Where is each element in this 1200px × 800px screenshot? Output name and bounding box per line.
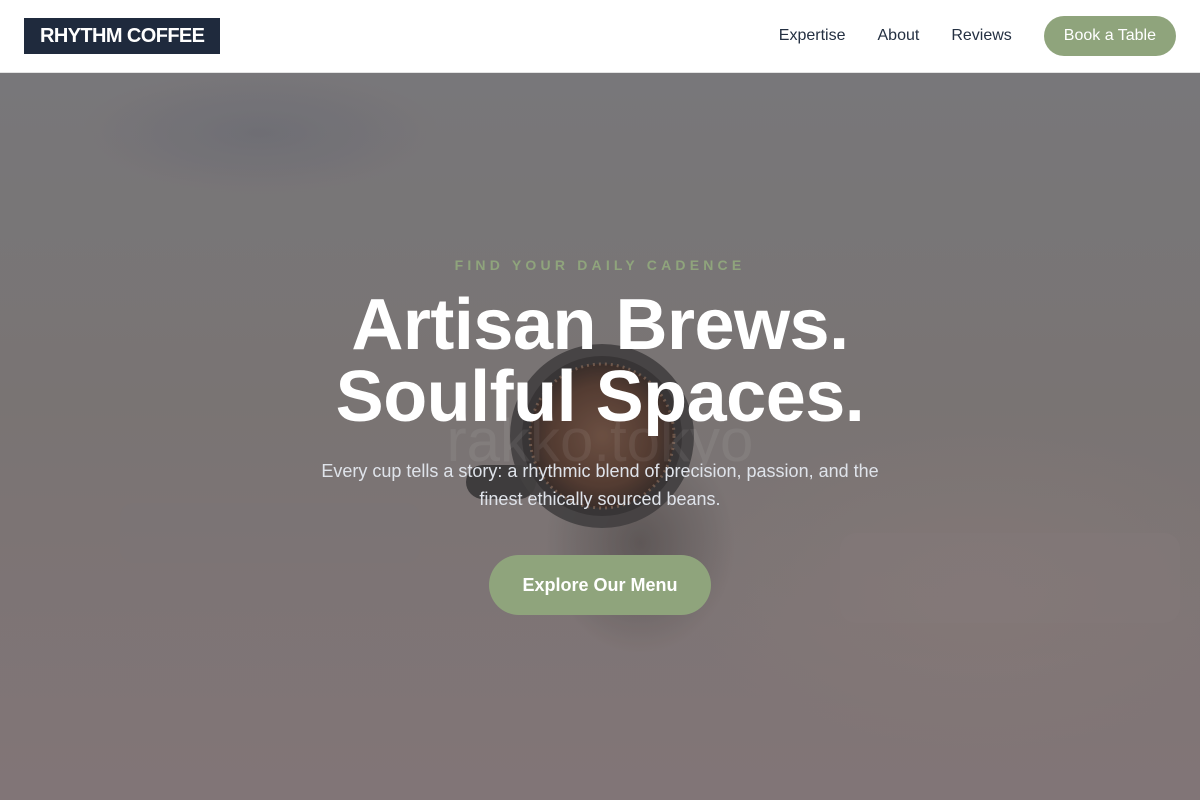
explore-menu-button[interactable]: Explore Our Menu [489, 555, 711, 615]
nav-link-reviews[interactable]: Reviews [951, 27, 1011, 45]
hero-eyebrow: FIND YOUR DAILY CADENCE [454, 257, 746, 273]
hero-content: FIND YOUR DAILY CADENCE Artisan Brews. S… [300, 255, 900, 615]
book-table-button[interactable]: Book a Table [1043, 16, 1176, 56]
hero-subtitle: Every cup tells a story: a rhythmic blen… [321, 461, 879, 509]
brand-logo[interactable]: RHYTHM COFFEE [24, 18, 221, 54]
hero-headline-line-1: Artisan Brews. [351, 285, 849, 365]
hero-headline-line-2: Soulful Spaces. [335, 357, 865, 437]
top-navbar: RHYTHM COFFEE Expertise About Reviews Bo… [0, 0, 1200, 73]
hero-section: rakko.tokyo FIND YOUR DAILY CADENCE Arti… [0, 73, 1200, 800]
main-nav: Expertise About Reviews Book a Table [779, 16, 1176, 56]
nav-link-about[interactable]: About [878, 27, 920, 45]
hero-headline: Artisan Brews. Soulful Spaces. [300, 289, 900, 433]
nav-link-expertise[interactable]: Expertise [779, 27, 846, 45]
